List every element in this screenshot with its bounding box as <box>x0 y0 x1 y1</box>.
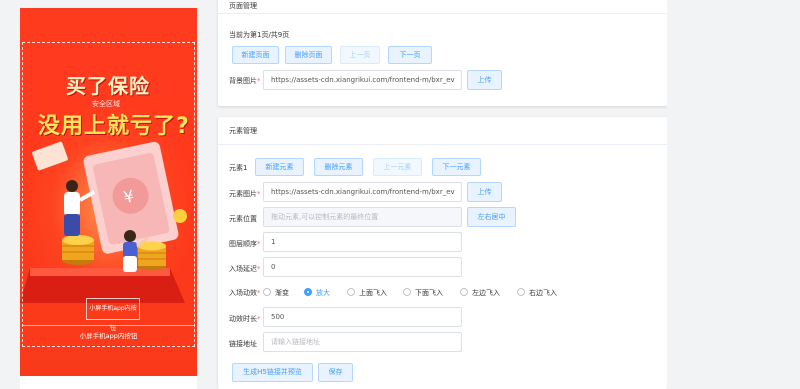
layer-order-label-text: 图层顺序 <box>229 240 257 248</box>
next-element-button[interactable]: 下一元素 <box>432 158 481 176</box>
radio-dot <box>347 288 355 296</box>
anim-radio-fly-bottom-label: 下面飞入 <box>415 289 443 297</box>
bg-image-label: 背景图片* <box>229 76 261 86</box>
element-management-title: 元素管理 <box>218 117 667 145</box>
enter-animation-label-text: 入场动效 <box>229 289 257 297</box>
bottom-guide-label: 小屏手机app内按钮 <box>79 332 138 340</box>
new-page-button[interactable]: 新建页面 <box>232 46 279 64</box>
enter-animation-label: 入场动效* <box>229 288 261 298</box>
link-url-input[interactable]: 请输入链接地址 <box>263 332 462 352</box>
anim-radio-fly-right-label: 右边飞入 <box>529 289 557 297</box>
element-image-input[interactable]: https://assets-cdn.xiangrikui.com/fronte… <box>263 182 462 202</box>
enter-delay-label: 入场延迟* <box>229 264 261 274</box>
radio-dot <box>304 288 312 296</box>
page-management-title: 页面管理 <box>218 0 667 14</box>
element-upload-button[interactable]: 上传 <box>467 182 502 202</box>
page-management-card: 页面管理 当前为第1页/共9页 新建页面 删除页面 上一页 下一页 背景图片* … <box>218 0 667 106</box>
anim-radio-fly-left-label: 左边飞入 <box>472 289 500 297</box>
anim-duration-label: 动效时长* <box>229 314 261 324</box>
delete-element-button[interactable]: 删除元素 <box>314 158 363 176</box>
radio-dot <box>517 288 525 296</box>
bottom-guide-line <box>22 325 195 326</box>
enter-delay-label-text: 入场延迟 <box>229 265 257 273</box>
page-indicator: 当前为第1页/共9页 <box>229 31 290 39</box>
element-name: 元素1 <box>229 164 248 172</box>
required-mark: * <box>257 190 261 198</box>
prev-page-button[interactable]: 上一页 <box>340 46 380 64</box>
required-mark: * <box>257 77 261 85</box>
anim-radio-fade-label: 渐变 <box>275 289 289 297</box>
element-management-card: 元素管理 元素1 新建元素 删除元素 上一元素 下一元素 元素图片* https… <box>218 117 667 389</box>
bg-image-input[interactable]: https://assets-cdn.xiangrikui.com/fronte… <box>263 70 462 90</box>
element-box[interactable]: 小屏手机app内按钮 <box>86 298 140 332</box>
radio-dot <box>263 288 271 296</box>
prev-element-button[interactable]: 上一元素 <box>373 158 422 176</box>
link-url-label: 链接地址 <box>229 340 257 348</box>
anim-radio-zoom[interactable]: 放大 <box>304 288 330 298</box>
new-element-button[interactable]: 新建元素 <box>255 158 304 176</box>
layer-order-label: 图层顺序* <box>229 239 261 249</box>
anim-radio-zoom-label: 放大 <box>316 289 330 297</box>
anim-radio-fade[interactable]: 渐变 <box>263 288 289 298</box>
next-page-button[interactable]: 下一页 <box>388 46 432 64</box>
required-mark: * <box>257 240 261 248</box>
anim-radio-fly-left[interactable]: 左边飞入 <box>460 288 500 298</box>
anim-radio-fly-bottom[interactable]: 下面飞入 <box>403 288 443 298</box>
required-mark: * <box>257 265 261 273</box>
save-button[interactable]: 保存 <box>318 363 353 382</box>
layer-order-input[interactable]: 1 <box>263 232 462 252</box>
radio-dot <box>460 288 468 296</box>
required-mark: * <box>257 315 261 323</box>
element-position-label: 元素位置 <box>229 215 257 223</box>
element-image-label: 元素图片* <box>229 189 261 199</box>
anim-duration-input[interactable]: 500 <box>263 307 462 327</box>
radio-dot <box>403 288 411 296</box>
bg-image-label-text: 背景图片 <box>229 77 257 85</box>
delete-page-button[interactable]: 删除页面 <box>285 46 332 64</box>
enter-delay-input[interactable]: 0 <box>263 257 462 277</box>
required-mark: * <box>257 289 261 297</box>
anim-duration-label-text: 动效时长 <box>229 315 257 323</box>
bg-upload-button[interactable]: 上传 <box>467 70 502 90</box>
poster-canvas: 买了保险 安全区域 没用上就亏了? ¥ 小屏手机app内按钮 小屏手机app内按… <box>20 8 197 376</box>
phone-preview: 买了保险 安全区域 没用上就亏了? ¥ 小屏手机app内按钮 小屏手机app内按… <box>20 8 197 389</box>
anim-radio-fly-top-label: 上面飞入 <box>359 289 387 297</box>
preview-panel: 买了保险 安全区域 没用上就亏了? ¥ 小屏手机app内按钮 小屏手机app内按… <box>0 0 208 389</box>
anim-radio-fly-top[interactable]: 上面飞入 <box>347 288 387 298</box>
element-image-label-text: 元素图片 <box>229 190 257 198</box>
generate-preview-button[interactable]: 生成H5链接并预览 <box>232 363 313 382</box>
center-horizontal-button[interactable]: 左右居中 <box>467 207 516 227</box>
element-position-input: 拖动元素,可以控制元素的最终位置 <box>263 207 462 227</box>
anim-radio-fly-right[interactable]: 右边飞入 <box>517 288 557 298</box>
right-blank-area <box>667 0 800 389</box>
